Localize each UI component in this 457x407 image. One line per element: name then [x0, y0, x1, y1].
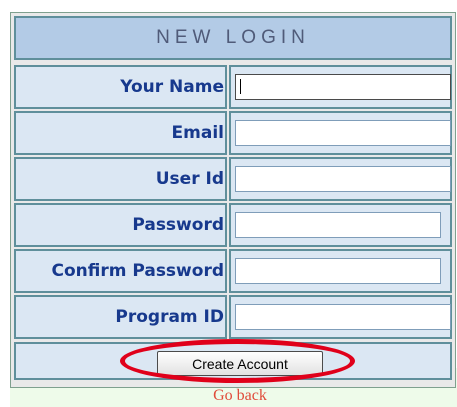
password-input[interactable] — [235, 212, 441, 238]
confirm-password-label: Confirm Password — [51, 261, 224, 281]
form-title: NEW LOGIN — [156, 27, 310, 48]
label-cell-program-id: Program ID — [14, 295, 227, 339]
email-input[interactable] — [235, 120, 451, 146]
program-id-input[interactable] — [235, 304, 451, 330]
go-back-link[interactable]: Go back — [190, 387, 290, 405]
your-name-input[interactable] — [235, 74, 451, 100]
user-id-input[interactable] — [235, 166, 451, 192]
label-cell-your-name: Your Name — [14, 65, 227, 109]
new-login-page: NEW LOGIN Your Name Email User Id Passwo… — [0, 0, 457, 407]
confirm-password-input[interactable] — [235, 258, 441, 284]
form-header: NEW LOGIN — [14, 16, 452, 60]
email-label: Email — [171, 123, 224, 143]
password-label: Password — [132, 215, 224, 235]
label-cell-confirm-password: Confirm Password — [14, 249, 227, 293]
program-id-label: Program ID — [115, 307, 224, 327]
user-id-label: User Id — [155, 169, 224, 189]
label-cell-password: Password — [14, 203, 227, 247]
text-caret — [240, 79, 241, 94]
create-account-button[interactable]: Create Account — [157, 351, 323, 376]
your-name-label: Your Name — [120, 77, 224, 97]
label-cell-email: Email — [14, 111, 227, 155]
label-cell-user-id: User Id — [14, 157, 227, 201]
